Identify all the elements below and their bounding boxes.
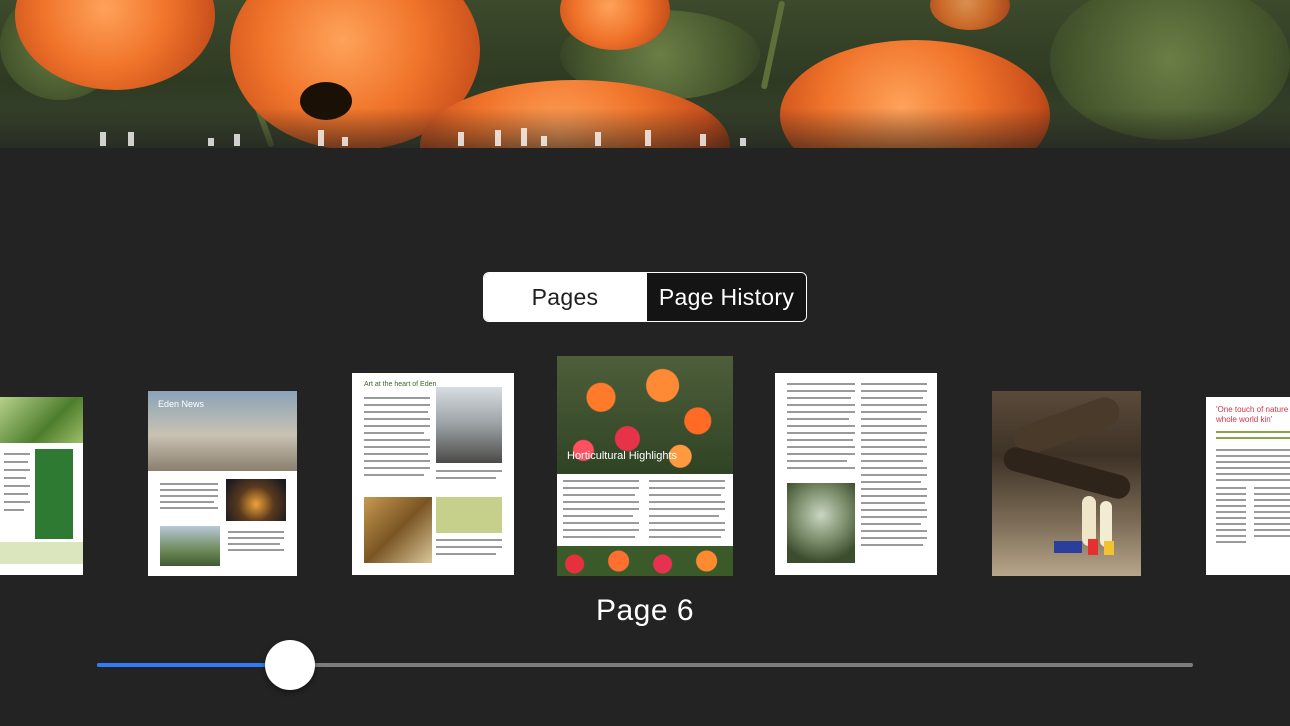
pages-tab[interactable]: Pages [484, 273, 646, 321]
current-page-label: Page 6 [595, 594, 695, 627]
thumbnail-heading: Art at the heart of Eden [364, 381, 437, 388]
thumbnail-heading: Horticultural Highlights [567, 450, 678, 462]
page-thumbnail[interactable] [775, 373, 937, 575]
page-slider-thumb[interactable] [264, 640, 315, 690]
view-mode-segmented-control: Pages Page History [483, 272, 807, 322]
page-slider-track[interactable] [97, 663, 1193, 667]
page-thumbnail[interactable] [0, 397, 83, 575]
banner-text-fragments [0, 128, 1290, 148]
thumbnail-heading: 'One touch of nature makes the whole wor… [1216, 405, 1290, 424]
page-thumbnail[interactable] [992, 391, 1141, 576]
page-history-tab[interactable]: Page History [646, 273, 806, 321]
page-thumbnail-current[interactable]: Horticultural Highlights [557, 356, 733, 576]
page-thumbnail[interactable]: Art at the heart of Eden [352, 373, 514, 575]
page-preview-banner [0, 0, 1290, 148]
page-thumbnail[interactable]: Eden News [148, 391, 297, 576]
page-slider-fill [97, 663, 290, 667]
page-thumbnail-strip[interactable]: Eden News Art at the heart of Eden Horti… [0, 350, 1290, 580]
thumbnail-heading: Eden News [158, 399, 205, 409]
page-thumbnail[interactable]: 'One touch of nature makes the whole wor… [1206, 397, 1290, 575]
